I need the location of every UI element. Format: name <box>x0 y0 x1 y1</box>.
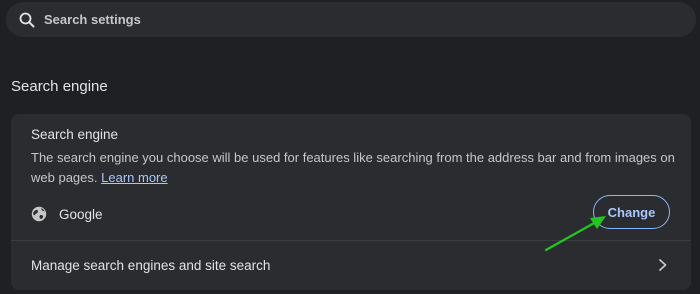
manage-search-engines-label: Manage search engines and site search <box>31 258 271 273</box>
search-input[interactable] <box>42 11 646 28</box>
card-description: The search engine you choose will be use… <box>31 148 681 188</box>
change-button[interactable]: Change <box>593 195 670 229</box>
learn-more-link[interactable]: Learn more <box>101 170 167 185</box>
search-engine-card: Search engine The search engine you choo… <box>11 114 691 290</box>
card-title: Search engine <box>31 127 119 142</box>
search-bar[interactable] <box>6 2 696 37</box>
current-engine-row: Google <box>31 202 103 226</box>
search-icon <box>18 11 36 29</box>
manage-search-engines-row[interactable]: Manage search engines and site search <box>11 241 691 290</box>
engine-name: Google <box>59 206 103 222</box>
section-title: Search engine <box>11 78 108 95</box>
globe-icon <box>31 206 47 222</box>
chevron-right-icon <box>657 258 669 272</box>
